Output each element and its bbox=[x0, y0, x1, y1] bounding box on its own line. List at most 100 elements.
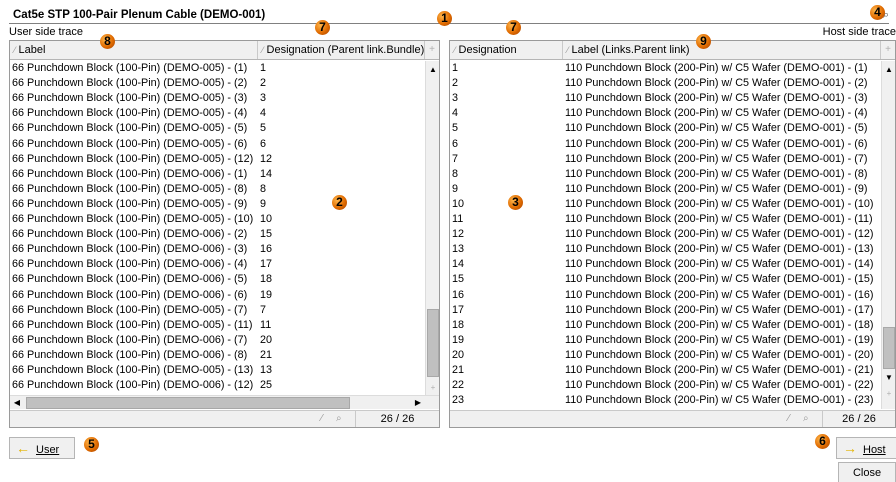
scroll-right-arrow-icon[interactable]: ▶ bbox=[411, 396, 425, 410]
column-header-label-links[interactable]: ⁄ Label (Links.Parent link) bbox=[563, 41, 881, 59]
cell-label: 66 Punchdown Block (100-Pin) (DEMO-005) … bbox=[12, 197, 248, 210]
sort-indicator-icon: ⁄ bbox=[321, 413, 323, 424]
user-side-trace-label: User side trace bbox=[9, 26, 83, 38]
table-row[interactable]: 66 Punchdown Block (100-Pin) (DEMO-005) … bbox=[10, 212, 425, 227]
host-list-vertical-scrollbar[interactable]: ▲ ▼ + bbox=[881, 61, 895, 409]
scroll-thumb[interactable] bbox=[883, 327, 895, 369]
user-side-trace-list[interactable]: ⁄ Label ⁄ Designation (Parent link.Bundle)… bbox=[9, 40, 440, 428]
cell-designation: 4 bbox=[260, 107, 267, 120]
cell-designation: 14 bbox=[260, 167, 273, 180]
host-list-header: ⁄ Designation ⁄ Label (Links.Parent link) … bbox=[450, 41, 895, 60]
callout-bullet: 2 bbox=[332, 195, 347, 210]
table-row[interactable]: 6 110 Punchdown Block (200-Pin) w/ C5 Waf… bbox=[450, 137, 881, 152]
table-row[interactable]: 66 Punchdown Block (100-Pin) (DEMO-006) … bbox=[10, 272, 425, 287]
cell-label: 110 Punchdown Block (200-Pin) w/ C5 Wafe… bbox=[565, 379, 874, 392]
table-row[interactable]: 2 110 Punchdown Block (200-Pin) w/ C5 Waf… bbox=[450, 76, 881, 91]
table-row[interactable]: 1 110 Punchdown Block (200-Pin) w/ C5 Waf… bbox=[450, 61, 881, 76]
table-row[interactable]: 66 Punchdown Block (100-Pin) (DEMO-005) … bbox=[10, 318, 425, 333]
filter-icon[interactable]: ⌕ bbox=[803, 413, 809, 424]
column-header-designation-bundle[interactable]: ⁄ Designation (Parent link.Bundle) bbox=[258, 41, 425, 59]
table-row[interactable]: 66 Punchdown Block (100-Pin) (DEMO-005) … bbox=[10, 363, 425, 378]
add-column-icon[interactable]: + bbox=[881, 41, 895, 59]
host-side-trace-label: Host side trace bbox=[822, 26, 896, 38]
cell-designation: 10 bbox=[452, 197, 465, 210]
column-header-label[interactable]: ⁄ Label bbox=[10, 41, 258, 59]
table-row[interactable]: 66 Punchdown Block (100-Pin) (DEMO-006) … bbox=[10, 378, 425, 393]
table-row[interactable]: 66 Punchdown Block (100-Pin) (DEMO-005) … bbox=[10, 303, 425, 318]
host-side-trace-list[interactable]: ⁄ Designation ⁄ Label (Links.Parent link) … bbox=[449, 40, 896, 428]
cell-label: 66 Punchdown Block (100-Pin) (DEMO-005) … bbox=[12, 152, 254, 165]
table-row[interactable]: 8 110 Punchdown Block (200-Pin) w/ C5 Waf… bbox=[450, 167, 881, 182]
scroll-left-arrow-icon[interactable]: ◀ bbox=[10, 396, 24, 410]
cell-designation: 5 bbox=[260, 122, 267, 135]
sort-indicator-icon: ⁄ bbox=[14, 45, 16, 55]
table-row[interactable]: 4 110 Punchdown Block (200-Pin) w/ C5 Waf… bbox=[450, 106, 881, 121]
table-row[interactable]: 14 110 Punchdown Block (200-Pin) w/ C5 Wa… bbox=[450, 257, 881, 272]
filter-icon[interactable]: ⌕ bbox=[336, 413, 342, 424]
table-row[interactable]: 66 Punchdown Block (100-Pin) (DEMO-005) … bbox=[10, 76, 425, 91]
add-column-icon[interactable]: + bbox=[426, 381, 439, 395]
cell-designation: 18 bbox=[452, 318, 465, 331]
table-row[interactable]: 66 Punchdown Block (100-Pin) (DEMO-005) … bbox=[10, 106, 425, 121]
table-row[interactable]: 13 110 Punchdown Block (200-Pin) w/ C5 Wa… bbox=[450, 242, 881, 257]
table-row[interactable]: 66 Punchdown Block (100-Pin) (DEMO-006) … bbox=[10, 333, 425, 348]
user-list-horizontal-scrollbar[interactable]: ◀ ▶ bbox=[10, 395, 439, 409]
callout-bullet: 8 bbox=[100, 34, 115, 49]
cell-designation: 19 bbox=[452, 333, 465, 346]
table-row[interactable]: 18 110 Punchdown Block (200-Pin) w/ C5 Wa… bbox=[450, 318, 881, 333]
table-row[interactable]: 66 Punchdown Block (100-Pin) (DEMO-006) … bbox=[10, 167, 425, 182]
cell-designation: 15 bbox=[260, 228, 273, 241]
column-header-designation[interactable]: ⁄ Designation bbox=[450, 41, 563, 59]
host-button[interactable]: → Host bbox=[836, 437, 896, 459]
table-row[interactable]: 16 110 Punchdown Block (200-Pin) w/ C5 Wa… bbox=[450, 288, 881, 303]
cell-label: 66 Punchdown Block (100-Pin) (DEMO-006) … bbox=[12, 333, 248, 346]
table-row[interactable]: 11 110 Punchdown Block (200-Pin) w/ C5 Wa… bbox=[450, 212, 881, 227]
table-row[interactable]: 15 110 Punchdown Block (200-Pin) w/ C5 Wa… bbox=[450, 272, 881, 287]
table-row[interactable]: 66 Punchdown Block (100-Pin) (DEMO-005) … bbox=[10, 121, 425, 136]
table-row[interactable]: 66 Punchdown Block (100-Pin) (DEMO-006) … bbox=[10, 257, 425, 272]
table-row[interactable]: 5 110 Punchdown Block (200-Pin) w/ C5 Waf… bbox=[450, 121, 881, 136]
table-row[interactable]: 21 110 Punchdown Block (200-Pin) w/ C5 Wa… bbox=[450, 363, 881, 378]
table-row[interactable]: 66 Punchdown Block (100-Pin) (DEMO-006) … bbox=[10, 288, 425, 303]
table-row[interactable]: 66 Punchdown Block (100-Pin) (DEMO-005) … bbox=[10, 182, 425, 197]
table-row[interactable]: 66 Punchdown Block (100-Pin) (DEMO-006) … bbox=[10, 242, 425, 257]
scroll-up-arrow-icon[interactable]: ▲ bbox=[426, 63, 439, 77]
cell-label: 110 Punchdown Block (200-Pin) w/ C5 Wafe… bbox=[565, 92, 868, 105]
table-row[interactable]: 22 110 Punchdown Block (200-Pin) w/ C5 Wa… bbox=[450, 378, 881, 393]
cell-designation: 4 bbox=[452, 107, 459, 120]
table-row[interactable]: 66 Punchdown Block (100-Pin) (DEMO-006) … bbox=[10, 348, 425, 363]
table-row[interactable]: 66 Punchdown Block (100-Pin) (DEMO-005) … bbox=[10, 152, 425, 167]
table-row[interactable]: 19 110 Punchdown Block (200-Pin) w/ C5 Wa… bbox=[450, 333, 881, 348]
table-row[interactable]: 66 Punchdown Block (100-Pin) (DEMO-005) … bbox=[10, 61, 425, 76]
callout-bullet: 4 bbox=[870, 5, 885, 20]
table-row[interactable]: 23 110 Punchdown Block (200-Pin) w/ C5 Wa… bbox=[450, 393, 881, 408]
table-row[interactable]: 7 110 Punchdown Block (200-Pin) w/ C5 Waf… bbox=[450, 152, 881, 167]
scroll-thumb[interactable] bbox=[26, 397, 350, 409]
table-row[interactable]: 66 Punchdown Block (100-Pin) (DEMO-005) … bbox=[10, 197, 425, 212]
cell-designation: 7 bbox=[260, 303, 267, 316]
scroll-up-arrow-icon[interactable]: ▲ bbox=[882, 63, 895, 77]
cell-label: 110 Punchdown Block (200-Pin) w/ C5 Wafe… bbox=[565, 197, 874, 210]
table-row[interactable]: 20 110 Punchdown Block (200-Pin) w/ C5 Wa… bbox=[450, 348, 881, 363]
table-row[interactable]: 66 Punchdown Block (100-Pin) (DEMO-005) … bbox=[10, 137, 425, 152]
add-column-icon[interactable]: + bbox=[882, 387, 895, 401]
callout-bullet: 5 bbox=[84, 437, 99, 452]
user-button[interactable]: ← User bbox=[9, 437, 75, 459]
table-row[interactable]: 66 Punchdown Block (100-Pin) (DEMO-006) … bbox=[10, 227, 425, 242]
table-row[interactable]: 3 110 Punchdown Block (200-Pin) w/ C5 Waf… bbox=[450, 91, 881, 106]
scroll-down-arrow-icon[interactable]: ▼ bbox=[882, 371, 895, 385]
close-button[interactable]: Close bbox=[838, 462, 896, 482]
cell-designation: 13 bbox=[260, 364, 273, 376]
cell-designation: 25 bbox=[260, 379, 273, 392]
cell-label: 110 Punchdown Block (200-Pin) w/ C5 Wafe… bbox=[565, 258, 874, 271]
user-record-counter: 26 / 26 bbox=[355, 411, 439, 427]
table-row[interactable]: 17 110 Punchdown Block (200-Pin) w/ C5 Wa… bbox=[450, 303, 881, 318]
cell-label: 110 Punchdown Block (200-Pin) w/ C5 Wafe… bbox=[565, 318, 874, 331]
user-list-vertical-scrollbar[interactable]: ▲ + bbox=[425, 61, 439, 395]
table-row[interactable]: 12 110 Punchdown Block (200-Pin) w/ C5 Wa… bbox=[450, 227, 881, 242]
add-column-icon[interactable]: + bbox=[425, 41, 439, 59]
table-row[interactable]: 66 Punchdown Block (100-Pin) (DEMO-005) … bbox=[10, 91, 425, 106]
callout-bullet: 9 bbox=[696, 34, 711, 49]
cell-designation: 19 bbox=[260, 288, 273, 301]
scroll-thumb[interactable] bbox=[427, 309, 439, 377]
